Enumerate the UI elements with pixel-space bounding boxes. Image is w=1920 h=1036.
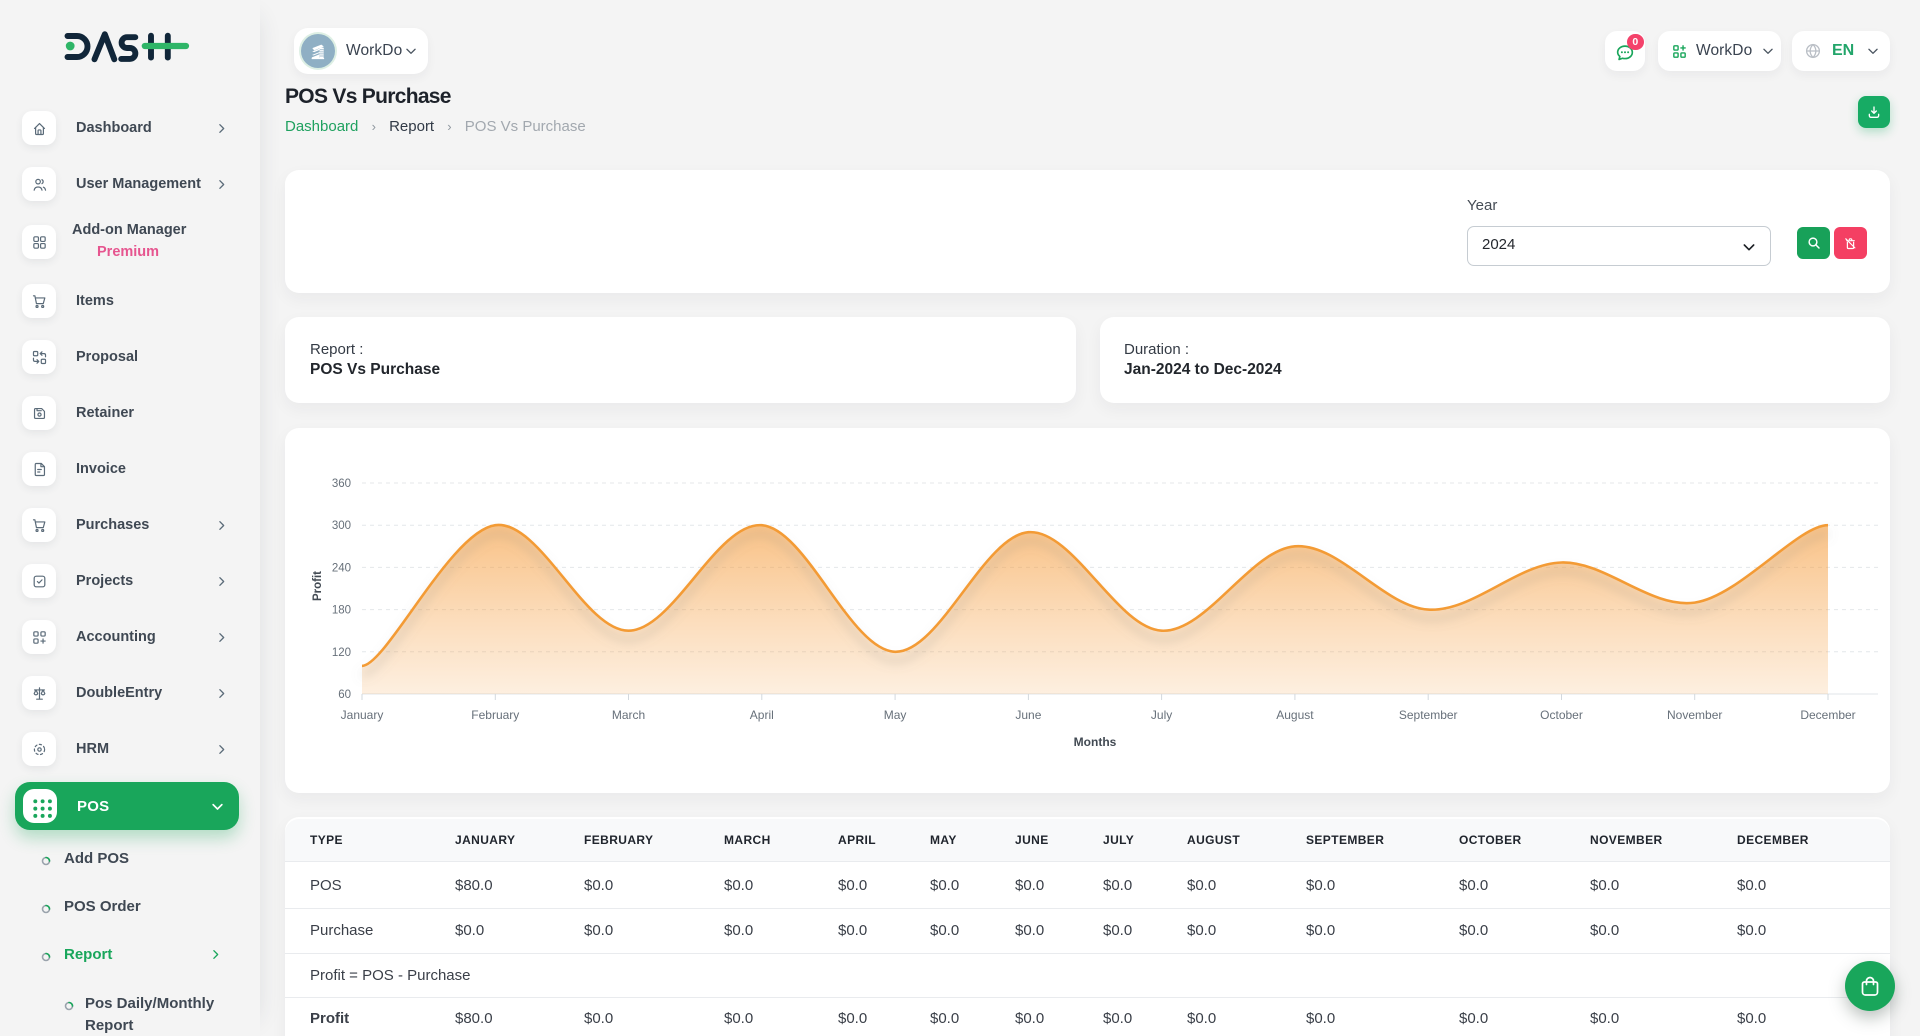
svg-text:180: 180 [332, 605, 351, 617]
svg-text:March: March [612, 708, 645, 722]
svg-text:240: 240 [332, 562, 351, 574]
svg-text:Months: Months [1074, 735, 1117, 749]
svg-text:August: August [1276, 708, 1314, 722]
svg-text:120: 120 [332, 647, 351, 659]
svg-text:February: February [471, 708, 519, 722]
svg-text:July: July [1151, 708, 1172, 722]
svg-text:Profit: Profit [312, 571, 324, 601]
svg-text:360: 360 [332, 478, 351, 490]
svg-text:September: September [1399, 708, 1458, 722]
svg-text:December: December [1800, 708, 1855, 722]
svg-text:January: January [341, 708, 384, 722]
svg-text:April: April [750, 708, 774, 722]
svg-text:June: June [1015, 708, 1041, 722]
svg-text:60: 60 [338, 689, 351, 701]
svg-text:November: November [1667, 708, 1722, 722]
svg-text:300: 300 [332, 520, 351, 532]
svg-text:May: May [884, 708, 907, 722]
svg-text:October: October [1540, 708, 1583, 722]
